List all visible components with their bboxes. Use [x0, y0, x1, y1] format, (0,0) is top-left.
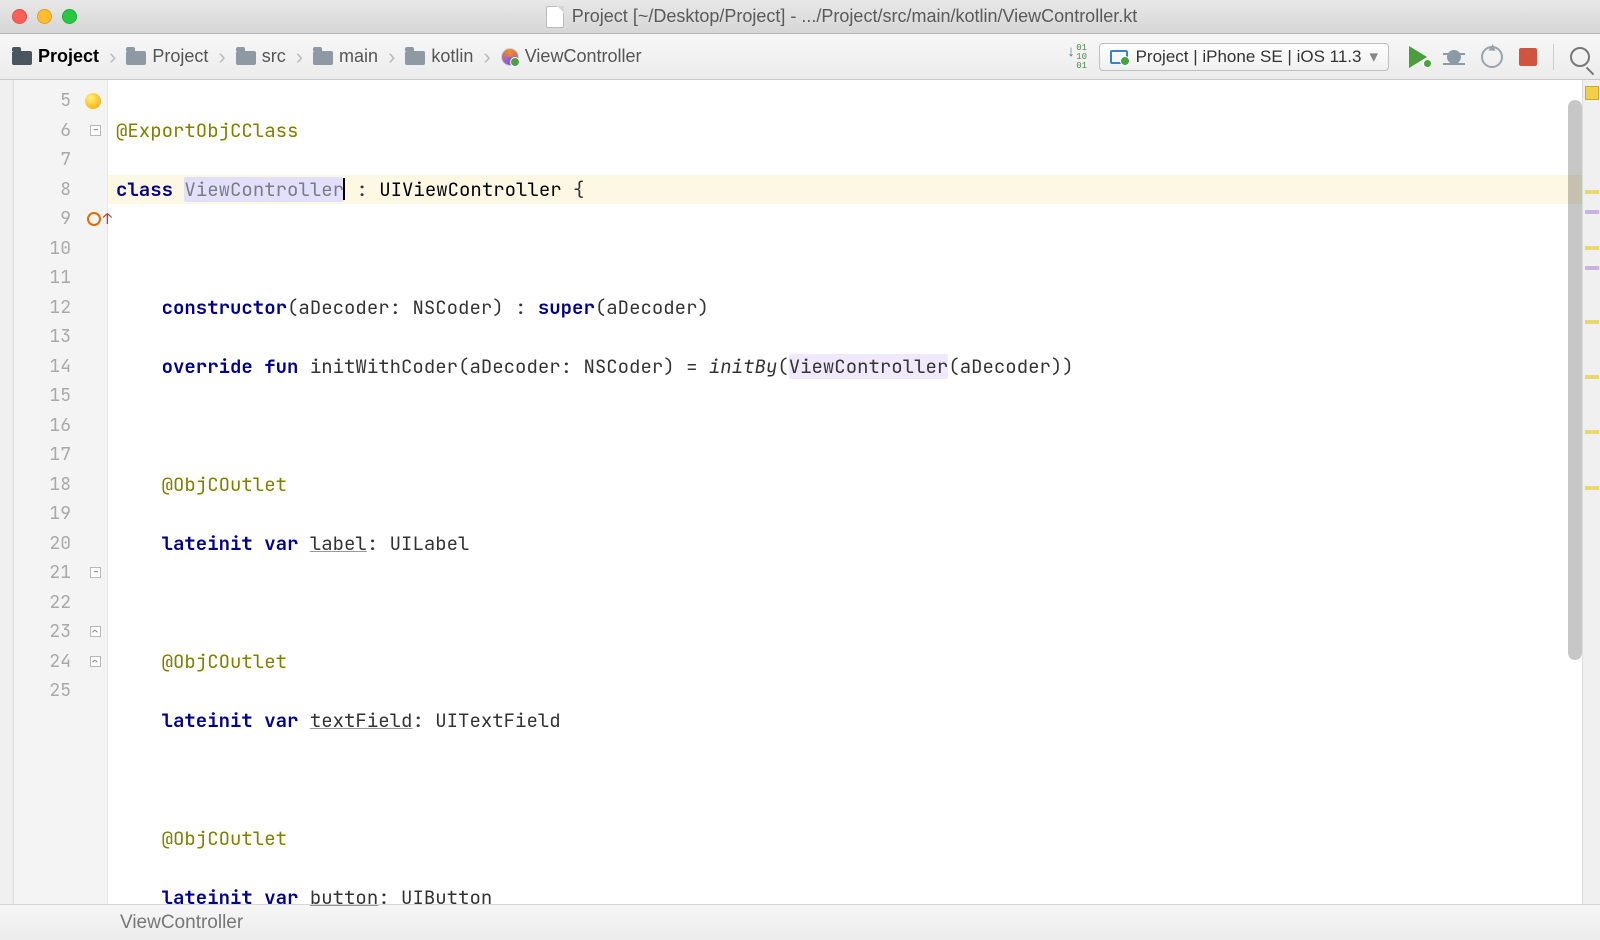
breadcrumb: Project › Project› src› main› kotlin› Vi…: [10, 44, 643, 70]
maximize-window-button[interactable]: [62, 9, 77, 24]
editor: 5 6 7 8 9 10 11 12 13 14 15 16 17 18 19 …: [0, 80, 1600, 904]
folder-icon: [236, 51, 256, 65]
run-button[interactable]: [1409, 46, 1427, 68]
coverage-button[interactable]: [1481, 46, 1503, 68]
run-configuration-label: Project | iPhone SE | iOS 11.3: [1136, 47, 1362, 67]
title-project-path: [~/Desktop/Project]: [633, 6, 786, 26]
warning-marker[interactable]: [1585, 190, 1599, 194]
error-stripe[interactable]: [1582, 80, 1600, 904]
file-icon: [546, 6, 564, 28]
chevron-right-icon: ›: [384, 44, 399, 70]
chevron-right-icon: ›: [214, 44, 229, 70]
current-line: class ViewController : UIViewController …: [108, 175, 1582, 205]
sync-icon[interactable]: ↓011001: [1071, 46, 1093, 68]
breadcrumb-file[interactable]: ViewController: [499, 44, 644, 69]
breadcrumb-item[interactable]: main: [311, 44, 380, 69]
override-up-icon[interactable]: [87, 212, 101, 226]
fold-toggle-icon[interactable]: [90, 567, 101, 578]
title-project: Project: [572, 6, 628, 26]
chevron-right-icon: ›: [105, 44, 120, 70]
breadcrumb-root[interactable]: Project: [10, 44, 101, 69]
warning-marker[interactable]: [1585, 375, 1599, 379]
kotlin-class-icon: [501, 48, 519, 66]
device-icon: [1110, 50, 1128, 64]
editor-gutter[interactable]: 5 6 7 8 9 10 11 12 13 14 15 16 17 18 19 …: [14, 80, 108, 904]
breadcrumb-item[interactable]: Project: [124, 44, 210, 69]
inspection-status-icon[interactable]: [1585, 86, 1599, 100]
run-configuration-selector[interactable]: Project | iPhone SE | iOS 11.3 ▾: [1099, 43, 1389, 71]
window-title: Project [~/Desktop/Project] - .../Projec…: [95, 6, 1588, 28]
search-icon[interactable]: [1570, 47, 1590, 67]
info-marker[interactable]: [1585, 266, 1599, 270]
info-marker[interactable]: [1585, 210, 1599, 214]
vertical-scrollbar[interactable]: [1568, 92, 1582, 892]
chevron-right-icon: ›: [479, 44, 494, 70]
intention-bulb-icon[interactable]: [85, 93, 101, 109]
scrollbar-thumb[interactable]: [1568, 100, 1582, 660]
window-controls: [12, 9, 77, 24]
chevron-right-icon: ›: [292, 44, 307, 70]
warning-marker[interactable]: [1585, 430, 1599, 434]
toolbar-divider: [1553, 44, 1554, 70]
navigation-toolbar: Project › Project› src› main› kotlin› Vi…: [0, 34, 1600, 80]
breadcrumb-item[interactable]: kotlin: [403, 44, 475, 69]
minimize-window-button[interactable]: [37, 9, 52, 24]
warning-marker[interactable]: [1585, 246, 1599, 250]
fold-end-icon[interactable]: [90, 626, 101, 637]
warning-marker[interactable]: [1585, 320, 1599, 324]
folder-icon: [126, 51, 146, 65]
fold-toggle-icon[interactable]: [90, 125, 101, 136]
tool-window-stripe-left[interactable]: [0, 80, 14, 904]
window-titlebar: Project [~/Desktop/Project] - .../Projec…: [0, 0, 1600, 34]
stop-button[interactable]: [1519, 48, 1537, 66]
fold-end-icon[interactable]: [90, 656, 101, 667]
toolbar-actions: [1409, 44, 1590, 70]
warning-marker[interactable]: [1585, 486, 1599, 490]
folder-icon: [313, 51, 333, 65]
title-file-path: .../Project/src/main/kotlin/ViewControll…: [801, 6, 1137, 26]
editor-content[interactable]: @ExportObjCClass class ViewController : …: [108, 80, 1582, 904]
debug-button[interactable]: [1443, 47, 1465, 67]
module-icon: [12, 51, 32, 65]
breadcrumb-item[interactable]: src: [234, 44, 288, 69]
folder-icon: [405, 51, 425, 65]
text-caret: [343, 178, 345, 200]
close-window-button[interactable]: [12, 9, 27, 24]
dropdown-arrow-icon: ▾: [1369, 47, 1378, 67]
